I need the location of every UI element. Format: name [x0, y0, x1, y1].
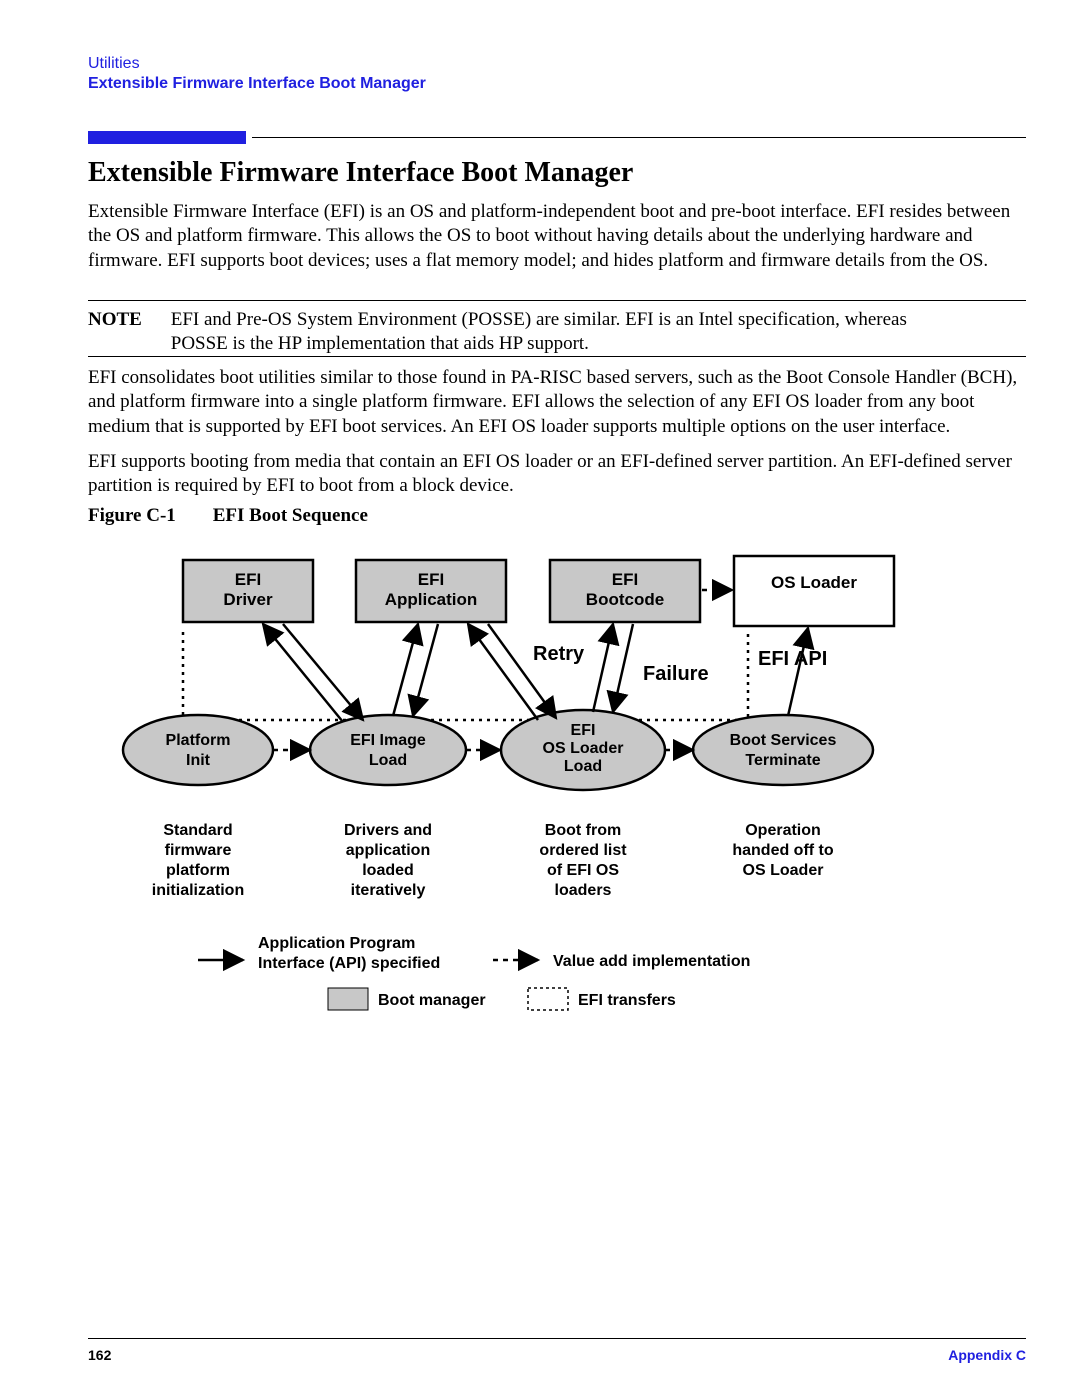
- svg-text:iteratively: iteratively: [351, 882, 426, 899]
- svg-text:Load: Load: [369, 752, 407, 769]
- svg-text:platform: platform: [166, 862, 230, 879]
- svg-text:loaded: loaded: [362, 862, 414, 879]
- edge-app-to-imageload: [413, 624, 438, 716]
- svg-text:OS Loader: OS Loader: [543, 740, 624, 757]
- svg-text:application: application: [346, 842, 430, 859]
- page-title: Extensible Firmware Interface Boot Manag…: [88, 155, 1020, 191]
- svg-text:OS Loader: OS Loader: [771, 573, 857, 592]
- edge-imageload-to-app: [393, 624, 418, 716]
- edge-driver-to-imageload: [283, 624, 363, 720]
- note-rule-bottom: [88, 356, 1026, 357]
- svg-text:Load: Load: [564, 758, 602, 775]
- svg-text:Application Program: Application Program: [258, 935, 415, 952]
- rule-top: [252, 137, 1026, 138]
- note-block: NOTE EFI and Pre-OS System Environment (…: [88, 308, 1026, 357]
- svg-text:EFI: EFI: [235, 570, 261, 589]
- svg-text:firmware: firmware: [165, 842, 232, 859]
- header-category: Utilities: [88, 54, 140, 74]
- edge-app-to-osloaderload: [488, 624, 556, 718]
- label-retry: Retry: [533, 643, 585, 665]
- edge-bootcode-to-osloaderload: [613, 624, 633, 712]
- svg-text:OS Loader: OS Loader: [743, 862, 824, 879]
- ellipse-platform-init: Platform Init: [123, 715, 273, 785]
- edge-osloaderload-to-app: [468, 624, 538, 720]
- box-os-loader: OS Loader: [734, 556, 894, 626]
- caption-col-2: Drivers and application loaded iterative…: [344, 822, 432, 899]
- svg-text:Init: Init: [186, 752, 211, 769]
- svg-text:EFI: EFI: [418, 570, 444, 589]
- paragraph-media: EFI supports booting from media that con…: [88, 450, 1026, 499]
- legend: Application Program Interface (API) spec…: [198, 935, 750, 1010]
- edge-osloaderload-to-bootcode: [593, 624, 613, 712]
- svg-text:loaders: loaders: [555, 882, 612, 899]
- caption-col-3: Boot from ordered list of EFI OS loaders: [539, 822, 627, 899]
- svg-text:Bootcode: Bootcode: [586, 590, 664, 609]
- ellipse-boot-services-terminate: Boot Services Terminate: [693, 715, 873, 785]
- svg-text:handed off to: handed off to: [732, 842, 834, 859]
- label-efi-api: EFI API: [758, 648, 827, 670]
- svg-text:Boot manager: Boot manager: [378, 992, 486, 1009]
- caption-col-4: Operation handed off to OS Loader: [732, 822, 834, 879]
- svg-text:Application: Application: [385, 590, 478, 609]
- svg-text:EFI: EFI: [612, 570, 638, 589]
- svg-text:EFI Image: EFI Image: [350, 732, 426, 749]
- box-efi-driver: EFI Driver: [183, 560, 313, 622]
- note-rule-top: [88, 300, 1026, 301]
- svg-text:Terminate: Terminate: [745, 752, 820, 769]
- footer-rule: [88, 1338, 1026, 1339]
- note-body: EFI and Pre-OS System Environment (POSSE…: [171, 308, 961, 357]
- svg-text:EFI: EFI: [571, 722, 596, 739]
- ellipse-efi-image-load: EFI Image Load: [310, 715, 466, 785]
- paragraph-intro: Extensible Firmware Interface (EFI) is a…: [88, 200, 1026, 273]
- paragraph-consolidate: EFI consolidates boot utilities similar …: [88, 366, 1026, 439]
- svg-text:of EFI OS: of EFI OS: [547, 862, 619, 879]
- label-failure: Failure: [643, 663, 709, 685]
- figure-caption: Figure C-1 EFI Boot Sequence: [88, 504, 368, 528]
- svg-text:Operation: Operation: [745, 822, 821, 839]
- footer-section: Appendix C: [948, 1347, 1026, 1365]
- page: Utilities Extensible Firmware Interface …: [0, 0, 1080, 1397]
- efi-boot-diagram: EFI Driver EFI Application EFI Bootcode …: [88, 540, 988, 1060]
- accent-bar: [88, 131, 246, 144]
- footer-page-number: 162: [88, 1347, 111, 1365]
- svg-text:EFI transfers: EFI transfers: [578, 992, 676, 1009]
- caption-col-1: Standard firmware platform initializatio…: [152, 822, 244, 899]
- svg-text:Boot from: Boot from: [545, 822, 621, 839]
- ellipse-efi-os-loader-load: EFI OS Loader Load: [501, 710, 665, 790]
- svg-text:Driver: Driver: [223, 590, 273, 609]
- svg-text:Standard: Standard: [163, 822, 232, 839]
- box-efi-bootcode: EFI Bootcode: [550, 560, 700, 622]
- header-subtitle: Extensible Firmware Interface Boot Manag…: [88, 74, 426, 94]
- svg-text:Interface (API) specified: Interface (API) specified: [258, 955, 440, 972]
- svg-text:initialization: initialization: [152, 882, 244, 899]
- svg-text:Platform: Platform: [166, 732, 231, 749]
- edge-imageload-to-driver: [263, 624, 343, 722]
- box-efi-application: EFI Application: [356, 560, 506, 622]
- svg-text:Value add implementation: Value add implementation: [553, 953, 750, 970]
- edge-terminate-to-osloader: [788, 628, 808, 716]
- svg-text:Drivers and: Drivers and: [344, 822, 432, 839]
- svg-text:Boot Services: Boot Services: [730, 732, 837, 749]
- figure-title: EFI Boot Sequence: [213, 505, 368, 526]
- figure-number: Figure C-1: [88, 504, 208, 528]
- note-label: NOTE: [88, 308, 166, 332]
- svg-text:ordered list: ordered list: [539, 842, 627, 859]
